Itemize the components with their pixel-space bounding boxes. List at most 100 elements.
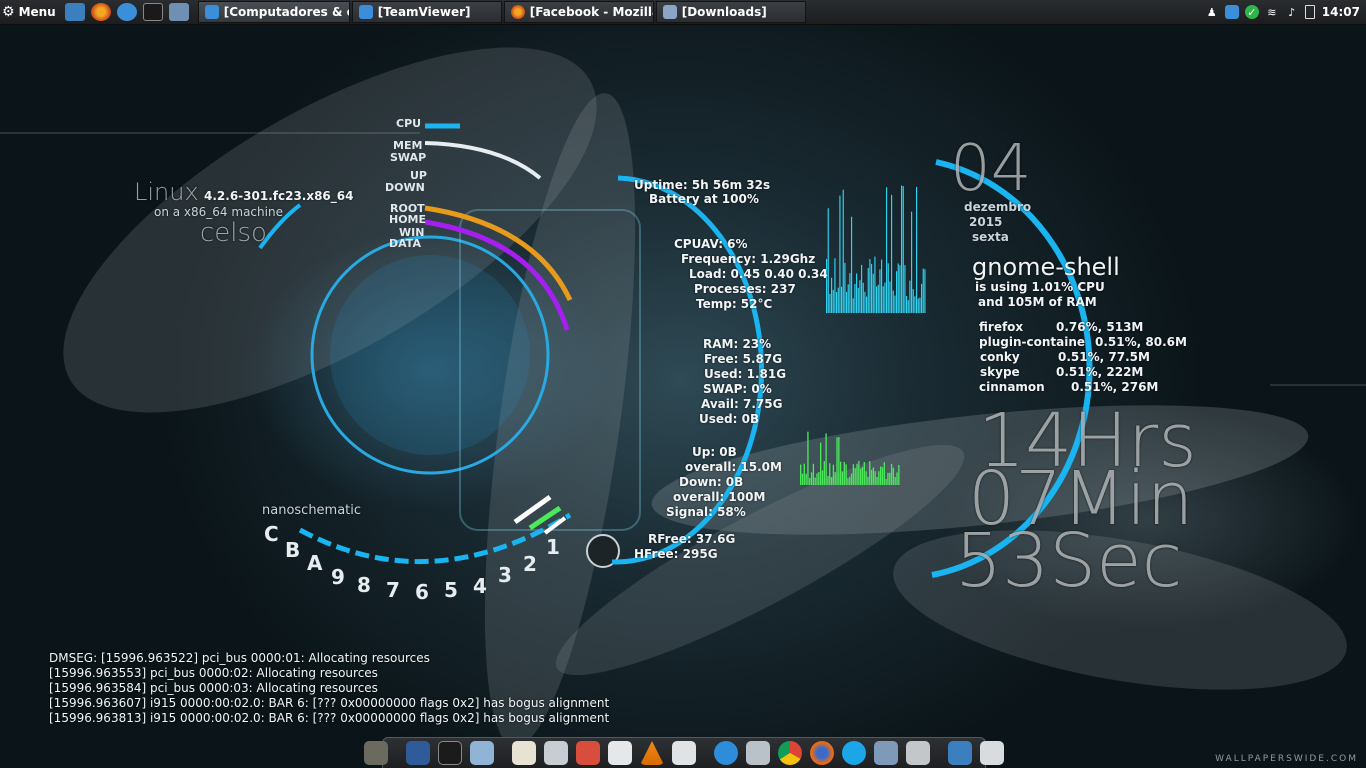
teamviewer-launcher-icon[interactable]: [116, 3, 137, 21]
task-label: [Facebook - Mozilla...: [529, 5, 653, 19]
graph-bar: [849, 273, 851, 313]
battery-icon[interactable]: [1304, 5, 1315, 19]
calendar-icon[interactable]: [672, 741, 696, 765]
graph-bar: [906, 295, 908, 313]
graph-bar: [899, 265, 901, 313]
vlc-icon[interactable]: [640, 741, 664, 765]
volume-icon[interactable]: ♪: [1285, 5, 1299, 19]
user-icon[interactable]: ♟: [1205, 5, 1219, 19]
graph-bar: [847, 284, 849, 313]
graph-bar: [907, 300, 909, 313]
dial-number-8: 8: [357, 573, 371, 597]
package-box-icon[interactable]: [470, 741, 494, 765]
cpu-temp: Temp: 52°C: [696, 297, 773, 311]
graph-bar: [818, 471, 820, 485]
system-monitor-icon[interactable]: [438, 741, 462, 765]
graph-bar: [869, 259, 871, 313]
gimp-icon[interactable]: [364, 741, 388, 765]
top-process-mem: and 105M of RAM: [978, 295, 1097, 309]
clock[interactable]: 14:07: [1322, 5, 1360, 19]
graph-bar: [871, 263, 873, 313]
cpu-graph: [826, 185, 926, 313]
graph-bar: [864, 291, 866, 313]
disk-icon[interactable]: [746, 741, 770, 765]
graph-bar: [876, 286, 878, 313]
document-viewer-icon[interactable]: [608, 741, 632, 765]
machine-arch: on a x86_64 machine: [154, 205, 283, 219]
graph-bar: [892, 290, 894, 313]
wifi-signal: Signal: 58%: [666, 505, 746, 519]
graph-bar: [901, 185, 903, 313]
text-editor-icon[interactable]: [512, 741, 536, 765]
show-desktop-icon[interactable]: [64, 3, 85, 21]
graph-bar: [878, 471, 880, 485]
teamviewer-tray-icon[interactable]: [1224, 5, 1239, 19]
firefox-icon: [510, 5, 525, 19]
swap-used: Used: 0B: [699, 412, 760, 426]
graph-bar: [852, 464, 855, 485]
graph-bar: [838, 437, 840, 485]
graph-bar: [805, 473, 807, 485]
task-computadores[interactable]: [Computadores & c...: [197, 1, 350, 23]
graph-bar: [919, 297, 921, 313]
process-name-skype: skype: [980, 365, 1020, 379]
dial-number-1: 1: [546, 535, 560, 559]
terminal-launcher-icon[interactable]: [142, 3, 163, 21]
graph-bar: [872, 467, 875, 485]
graph-bar: [924, 269, 926, 313]
graph-bar: [892, 467, 895, 485]
teamviewer-icon[interactable]: [714, 741, 738, 765]
folder-icon: [662, 5, 677, 19]
virtualbox-icon[interactable]: [406, 741, 430, 765]
graph-bar: [866, 296, 868, 313]
dial-number-2: 2: [523, 552, 537, 576]
show-desktop-icon[interactable]: [948, 741, 972, 765]
graph-bar: [839, 195, 841, 313]
uptime: Uptime: 5h 56m 32s: [634, 178, 771, 192]
chrome-icon[interactable]: [778, 741, 802, 765]
graph-bar: [881, 259, 883, 313]
hostname: celso: [200, 218, 267, 248]
presentation-icon[interactable]: [576, 741, 600, 765]
wifi-icon[interactable]: ≋: [1265, 5, 1279, 19]
ram-percent: RAM: 23%: [703, 337, 772, 351]
main-menu-button[interactable]: ⚙ Menu: [0, 0, 62, 24]
firefox-launcher-icon[interactable]: [90, 3, 111, 21]
graph-bar: [827, 208, 829, 313]
screenshot-icon[interactable]: [906, 741, 930, 765]
dmesg-line: [15996.963813] i915 0000:00:02.0: BAR 6:…: [49, 711, 610, 725]
graph-bar: [858, 460, 860, 485]
graph-bar: [834, 258, 836, 313]
task-facebook-firefox[interactable]: [Facebook - Mozilla...: [503, 1, 654, 23]
task-teamviewer[interactable]: [TeamViewer]: [351, 1, 502, 23]
graph-bar: [860, 468, 862, 485]
skype-icon[interactable]: [842, 741, 866, 765]
swap-percent: SWAP: 0%: [703, 382, 772, 396]
graph-bar: [881, 467, 884, 485]
graph-bar: [851, 216, 853, 313]
graph-bar: [862, 282, 864, 313]
trash-icon[interactable]: [980, 741, 1004, 765]
graph-bar: [885, 478, 887, 485]
graph-bar: [841, 286, 843, 313]
firefox-icon[interactable]: [810, 741, 834, 765]
graph-bar: [882, 286, 884, 313]
graph-bar: [820, 442, 822, 485]
task-label: [Computadores & c...: [223, 5, 349, 19]
system-tray: ♟ ✓ ≋ ♪ 14:07: [1202, 0, 1366, 24]
battery: Battery at 100%: [649, 192, 759, 206]
task-label: [TeamViewer]: [377, 5, 471, 19]
dial-number-5: 5: [444, 578, 458, 602]
image-viewer-icon[interactable]: [544, 741, 568, 765]
update-check-icon[interactable]: ✓: [1244, 5, 1259, 19]
graph-bar: [917, 298, 919, 313]
dmesg-line: DMSEG: [15996.963522] pci_bus 0000:01: A…: [49, 651, 430, 665]
folder-icon[interactable]: [874, 741, 898, 765]
graph-bar: [857, 287, 859, 313]
net-up: Up: 0B: [692, 445, 737, 459]
graph-bar: [894, 295, 896, 313]
graph-bar: [902, 186, 904, 313]
file-manager-launcher-icon[interactable]: [168, 3, 189, 21]
task-downloads[interactable]: [Downloads]: [655, 1, 806, 23]
graph-bar: [897, 263, 899, 313]
